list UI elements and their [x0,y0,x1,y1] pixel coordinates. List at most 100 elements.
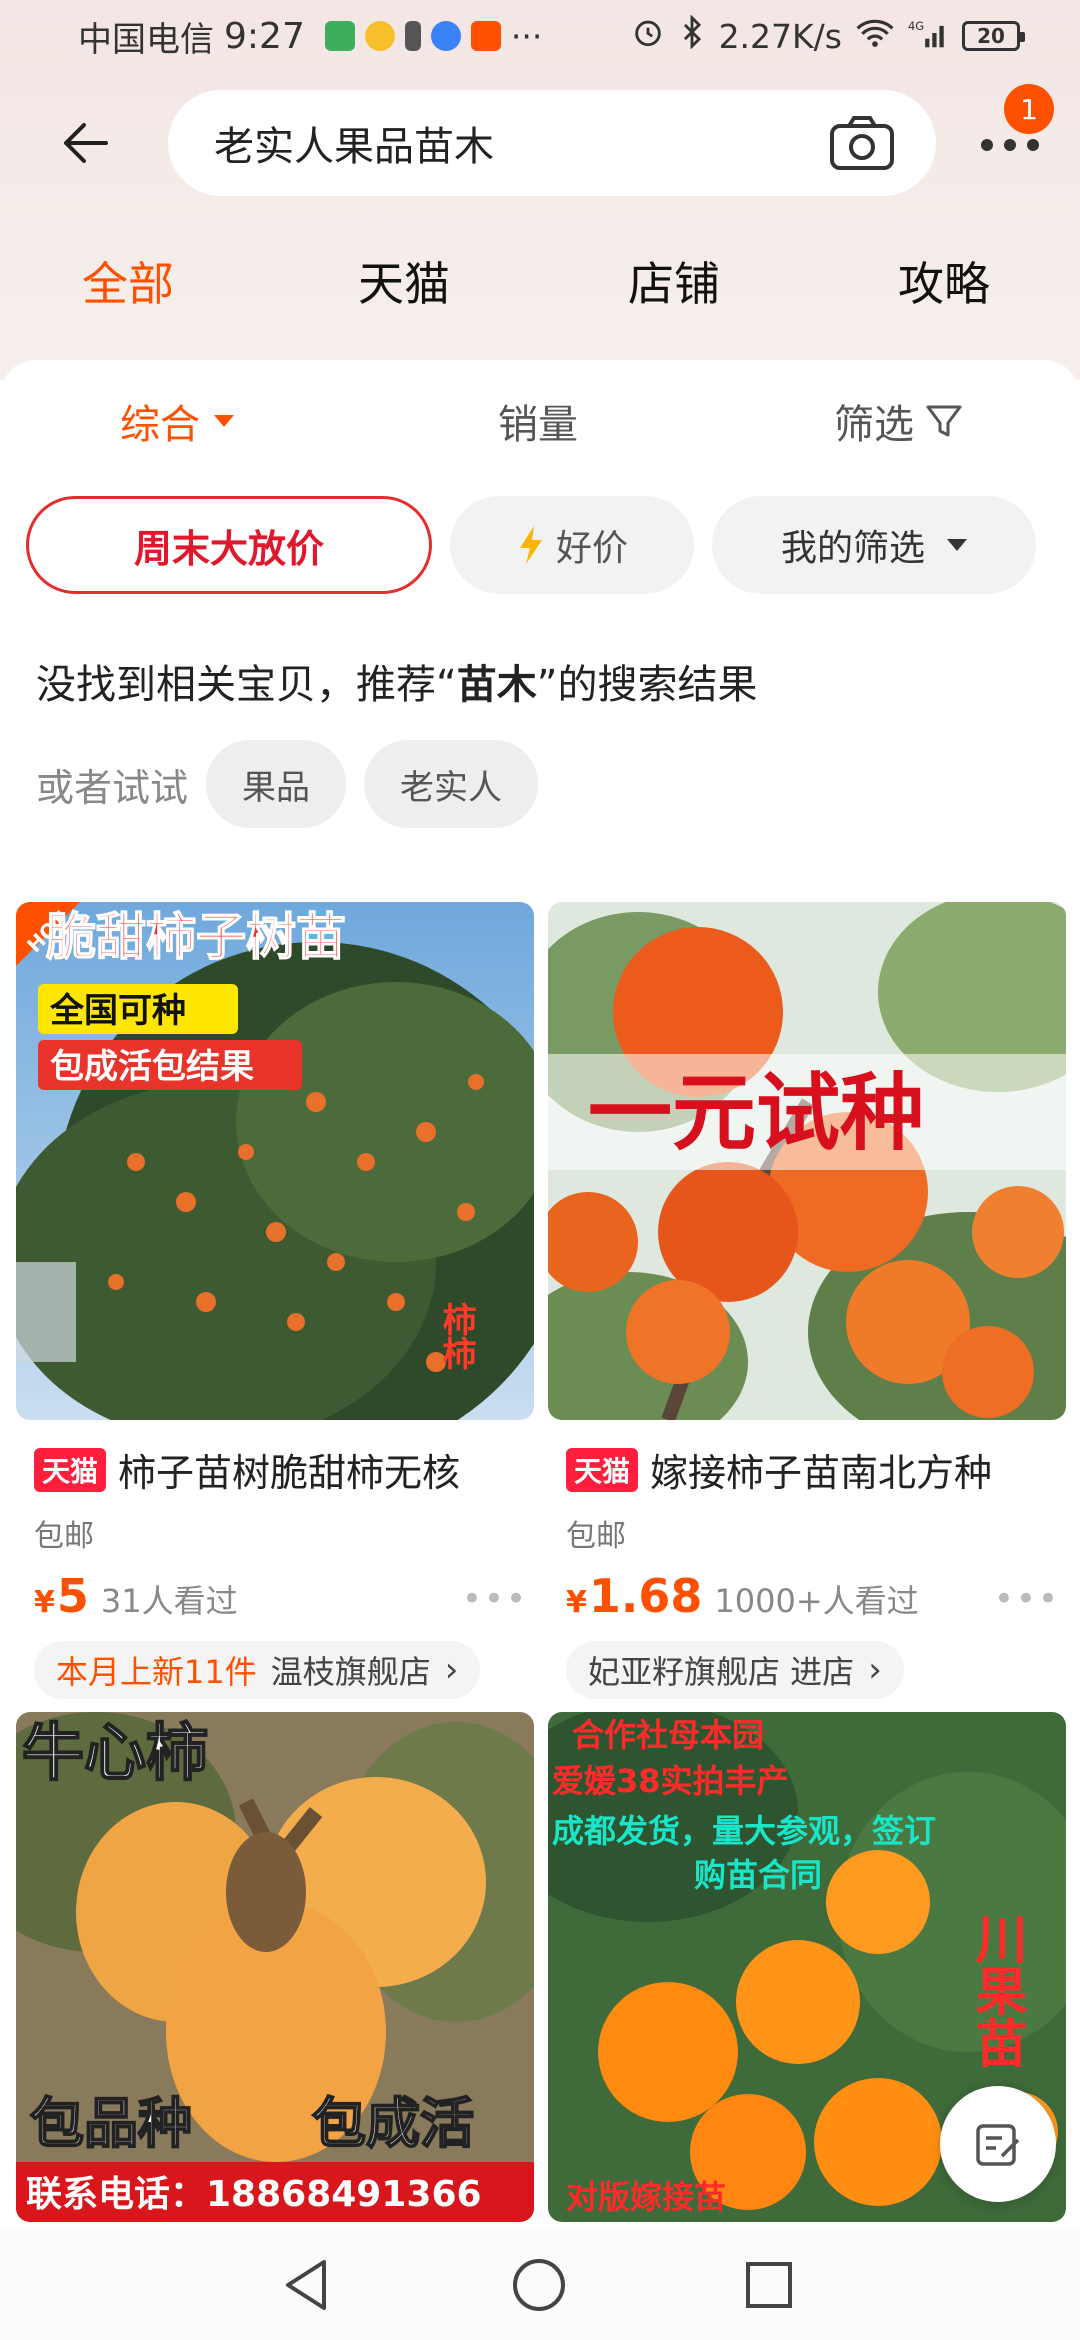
notice-keyword: 苗木 [456,662,537,708]
product-title[interactable]: 柿子苗树脆甜柿无核 [118,1442,460,1497]
shipping-label: 包邮 [34,1519,94,1554]
img-headline: 一元试种 [588,1064,924,1162]
chevron-right-icon: › [444,1650,459,1690]
caret-down-icon [947,539,967,551]
img-line2: 爱媛38实拍丰产 [552,1762,789,1800]
currency-symbol: ¥ [566,1585,587,1620]
tab-tmall[interactable]: 天猫 [358,248,450,314]
tab-all[interactable]: 全部 [82,248,174,314]
product-image[interactable]: 一元试种 [548,902,1066,1420]
my-filter-label: 我的筛选 [780,528,925,569]
img-line4: 购苗合同 [694,1856,822,1894]
app-notification-icon [324,21,355,51]
tmall-tag: 天猫 [566,1447,639,1492]
suggestion-row: 或者试试 果品 老实人 [36,740,539,828]
carrier-label: 中国电信 [78,19,214,60]
back-button[interactable] [50,108,120,178]
search-input[interactable]: 老实人果品苗木 [168,90,936,196]
square-recents-icon [746,2262,792,2308]
tab-shops[interactable]: 店铺 [628,248,720,314]
signal-icon: 4G [908,17,948,56]
img-headline: 牛心柿 [22,1716,208,1789]
more-dots-icon [981,139,1039,151]
more-options-icon[interactable]: ••• [994,1579,1060,1619]
sort-bar: 综合 销量 筛选 [0,392,1080,462]
no-results-notice: 没找到相关宝贝，推荐“苗木”的搜索结果 [36,652,757,710]
more-options-icon[interactable]: ••• [462,1579,528,1619]
sort-comprehensive[interactable]: 综合 [120,392,234,450]
more-notifications-icon: ··· [510,16,543,56]
clock: 9:27 [224,15,305,57]
nav-home-button[interactable] [504,2250,574,2320]
filter-label: 筛选 [834,402,914,448]
img-right-text: 包成活 [312,2092,474,2155]
edit-note-icon [976,2124,1020,2166]
nav-back-button[interactable] [272,2250,342,2320]
shipping-label: 包邮 [566,1519,626,1554]
browser-icon [430,21,461,51]
status-bar: 中国电信 9:27 ··· 2.27K/s 4G 20 [0,0,1080,72]
shop-name: 温枝旗舰店 [270,1653,431,1691]
filter-icon [926,405,962,437]
tmall-tag: 天猫 [34,1447,107,1492]
view-count: 31人看过 [100,1582,238,1620]
network-speed: 2.27K/s [718,16,842,56]
sort-comprehensive-label: 综合 [120,402,200,448]
nav-recents-button[interactable] [734,2250,804,2320]
product-card[interactable]: HOT 脆甜柿子树苗 全国可种 包成活包结果 柿柿 天猫 柿子苗树脆甜柿无核 包… [16,902,534,1699]
product-card[interactable]: 牛心柿 包品种 包成活 联系电话：18868491366 [16,1712,534,2222]
img-line2: 包成活包结果 [50,1047,254,1087]
search-query: 老实人果品苗木 [214,124,494,170]
product-image[interactable]: 牛心柿 包品种 包成活 联系电话：18868491366 [16,1712,534,2222]
back-arrow-icon [64,123,108,163]
good-price-label: 好价 [555,528,628,569]
caret-down-icon [214,415,234,427]
battery-icon: 20 [962,21,1025,51]
img-line1: 合作社母本园 [572,1716,764,1754]
wifi-icon [856,17,894,56]
suggestion-pill-honest[interactable]: 老实人 [364,740,539,828]
img-side-text: 川果苗 [966,1912,1027,2068]
taobao-notification-icon [470,21,501,51]
product-card[interactable]: 一元试种 天猫 嫁接柿子苗南北方种 包邮 ¥ 1.68 1000+人看过 •••… [548,902,1066,1699]
shop-link[interactable]: 本月上新11件 温枝旗舰店 › [34,1641,481,1699]
suggestion-pill-fruit[interactable]: 果品 [206,740,347,828]
camera-search-button[interactable] [828,113,896,173]
currency-symbol: ¥ [34,1585,55,1620]
search-row: 老实人果品苗木 1 [0,84,1080,196]
system-nav-bar [0,2228,1080,2340]
alarm-icon [631,15,665,57]
weibo-icon [364,21,395,51]
lightning-icon [519,526,542,564]
img-phone: 联系电话：18868491366 [26,2174,482,2215]
svg-text:4G: 4G [908,19,924,33]
circle-home-icon [513,2259,565,2311]
notice-prefix: 没找到相关宝贝，推荐“ [36,662,457,708]
img-side-text: 柿柿 [436,1302,476,1370]
img-headline: 脆甜柿子树苗 [46,908,346,966]
quick-filter-chips: 周末大放价 好价 我的筛选 [0,496,1080,596]
my-filter-chip[interactable]: 我的筛选 [712,496,1036,594]
sort-sales[interactable]: 销量 [498,392,578,450]
img-bottom-text: 对版嫁接苗 [566,2178,726,2216]
shop-name: 妃亚籽旗舰店 进店 [588,1653,855,1691]
product-image[interactable]: HOT 脆甜柿子树苗 全国可种 包成活包结果 柿柿 [16,902,534,1420]
shop-link[interactable]: 妃亚籽旗舰店 进店 › [566,1641,904,1699]
img-line3: 成都发货，量大参观，签订 [552,1812,936,1850]
img-left-text: 包品种 [30,2092,192,2155]
good-price-chip[interactable]: 好价 [450,496,694,594]
category-tabs: 全部 天猫 店铺 攻略 [0,248,1080,328]
camera-icon [830,116,894,170]
triangle-back-icon [286,2260,326,2310]
weekend-sale-chip[interactable]: 周末大放价 [26,496,432,594]
notice-suffix: ”的搜索结果 [536,662,758,708]
product-price: 1.68 [588,1569,703,1623]
tab-guides[interactable]: 攻略 [898,248,990,314]
try-label: 或者试试 [36,765,189,810]
chevron-right-icon: › [868,1650,882,1690]
filter-button[interactable]: 筛选 [834,392,964,450]
product-title[interactable]: 嫁接柿子苗南北方种 [650,1442,992,1497]
feedback-fab[interactable] [940,2086,1056,2202]
product-price: 5 [56,1569,89,1623]
view-count: 1000+人看过 [714,1582,919,1620]
